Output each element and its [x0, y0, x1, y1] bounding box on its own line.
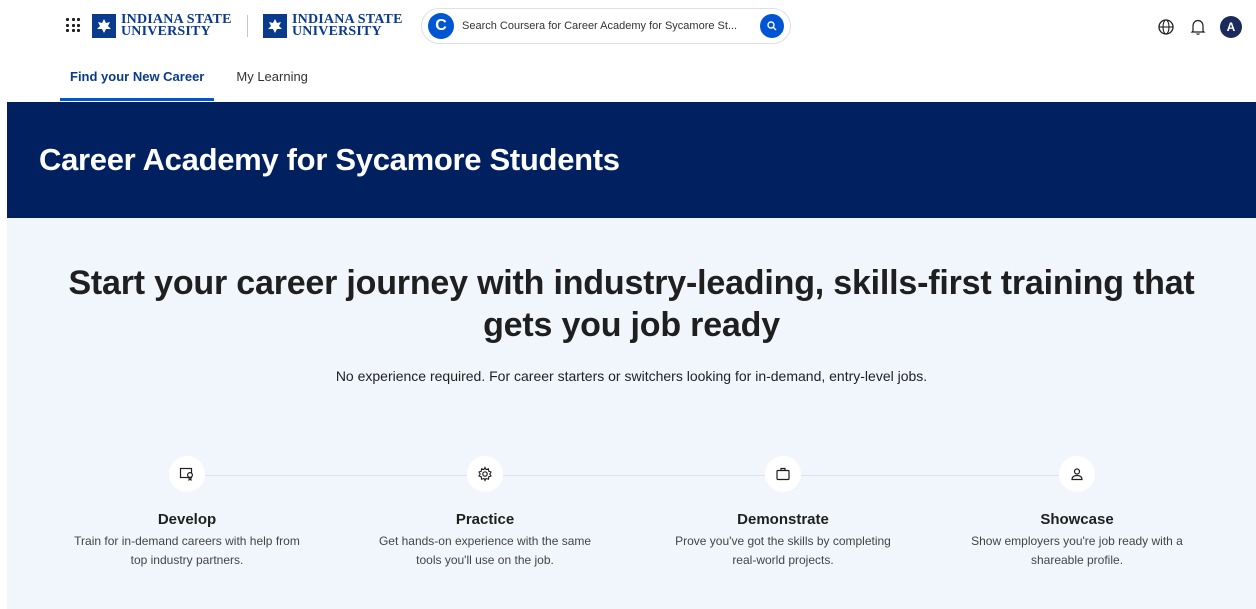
step-description: Train for in-demand careers with help fr… [52, 532, 322, 570]
indiana-state-logo-secondary[interactable]: INDIANA STATE UNIVERSITY [263, 12, 403, 40]
step-title: Practice [455, 511, 515, 528]
step-description-line-1: Prove you've got the skills by completin… [675, 534, 891, 548]
step-title: Showcase [1040, 511, 1114, 528]
headline-line-2: gets you job ready [483, 306, 780, 344]
step-description: Prove you've got the skills by completin… [648, 532, 918, 570]
step-description-line-2: tools you'll use on the job. [416, 553, 554, 567]
step-icon-circle [467, 456, 503, 492]
step-showcase: Showcase Show employers you're job ready… [927, 456, 1227, 570]
page-title: Career Academy for Sycamore Students [39, 142, 620, 177]
logo-line-2: UNIVERSITY [121, 24, 211, 39]
step-description: Show employers you're job ready with a s… [942, 532, 1212, 570]
step-demonstrate: Demonstrate Prove you've got the skills … [633, 456, 933, 570]
step-description-line-1: Show employers you're job ready with a [971, 534, 1183, 548]
search-icon [767, 21, 777, 31]
briefcase-icon [776, 467, 790, 481]
headline-line-1: Start your career journey with industry-… [68, 264, 1195, 302]
tab-bar: Find your New Career My Learning [0, 52, 1256, 101]
step-description-line-2: shareable profile. [1030, 553, 1124, 567]
indiana-state-logo[interactable]: INDIANA STATE UNIVERSITY [92, 12, 232, 40]
step-develop: Develop Train for in-demand careers with… [37, 456, 337, 570]
step-description-line-2: top industry partners. [130, 553, 244, 567]
top-navigation-bar: INDIANA STATE UNIVERSITY INDIANA STATE U… [0, 0, 1256, 52]
main-content: Start your career journey with industry-… [7, 218, 1256, 609]
step-title: Develop [157, 511, 217, 528]
header-actions: A [1156, 16, 1242, 38]
page-banner: Career Academy for Sycamore Students [7, 102, 1256, 218]
step-description-line-1: Get hands-on experience with the same [378, 534, 592, 548]
step-title: Demonstrate [737, 511, 829, 528]
step-icon-circle [765, 456, 801, 492]
search-input[interactable] [462, 20, 752, 32]
sycamore-leaf-icon [263, 14, 287, 38]
search-bar: C [421, 8, 791, 44]
headline: Start your career journey with industry-… [7, 262, 1256, 346]
logo-divider [247, 15, 248, 37]
step-icon-circle [1059, 456, 1095, 492]
step-description-line-2: real-world projects. [732, 553, 834, 567]
search-button[interactable] [760, 14, 784, 38]
coursera-logo-icon: C [428, 13, 454, 39]
bell-icon[interactable] [1188, 17, 1208, 37]
step-practice: Practice Get hands-on experience with th… [335, 456, 635, 570]
logo-line-2: UNIVERSITY [292, 24, 382, 39]
tab-find-your-new-career[interactable]: Find your New Career [60, 52, 215, 101]
apps-grid-icon[interactable] [66, 18, 80, 32]
avatar[interactable]: A [1220, 16, 1242, 38]
person-icon [1071, 468, 1083, 481]
sycamore-leaf-icon [92, 14, 116, 38]
step-description: Get hands-on experience with the same to… [350, 532, 620, 570]
globe-icon[interactable] [1156, 17, 1176, 37]
subheadline: No experience required. For career start… [335, 368, 928, 384]
step-description-line-1: Train for in-demand careers with help fr… [74, 534, 300, 548]
step-icon-circle [169, 456, 205, 492]
tab-my-learning[interactable]: My Learning [226, 52, 318, 101]
gear-icon [478, 466, 492, 482]
certificate-icon [179, 467, 194, 482]
